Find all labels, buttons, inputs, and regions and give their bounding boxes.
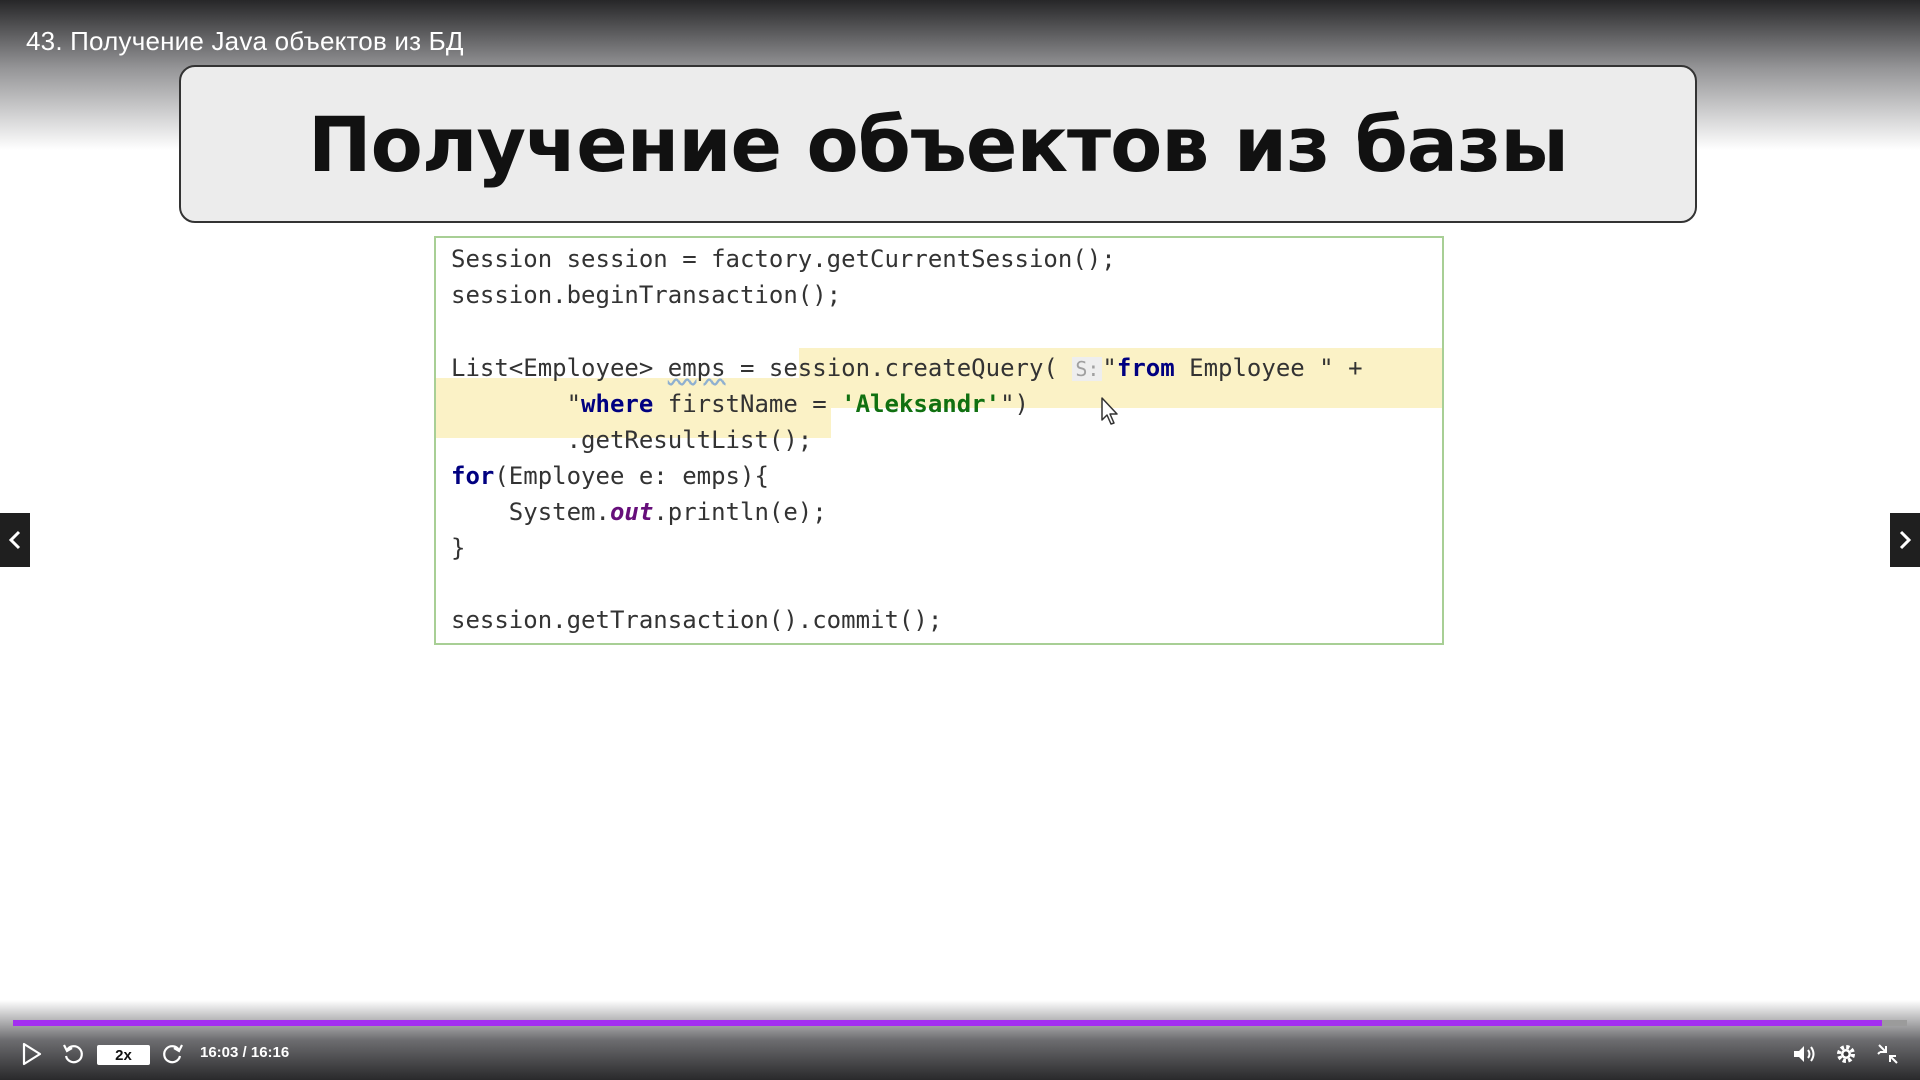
parameter-hint: S: <box>1072 357 1103 381</box>
forward-button[interactable] <box>158 1040 188 1068</box>
code-string: 'Aleksandr' <box>841 390 1001 418</box>
next-slide-button[interactable] <box>1890 513 1920 567</box>
code-text: Session session = factory.getCurrentSess… <box>451 245 1116 273</box>
volume-button[interactable] <box>1788 1040 1820 1068</box>
playback-speed-button[interactable]: 2x <box>97 1045 150 1065</box>
rewind-button[interactable] <box>58 1040 88 1068</box>
code-text: .getResultList(); <box>451 426 813 454</box>
exit-fullscreen-button[interactable] <box>1872 1040 1904 1068</box>
code-text: firstName = <box>653 390 842 418</box>
exit-fullscreen-icon <box>1877 1044 1898 1064</box>
code-text: = session.createQuery( <box>725 354 1073 382</box>
volume-icon <box>1794 1046 1815 1062</box>
mouse-cursor-icon <box>1101 397 1118 425</box>
code-line-11: session.getTransaction().commit(); <box>451 603 942 637</box>
code-keyword: where <box>581 390 654 418</box>
code-text: session.beginTransaction(); <box>451 281 842 309</box>
code-keyword: for <box>451 462 495 490</box>
code-line-9: } <box>451 531 465 565</box>
time-display: 16:03 / 16:16 <box>200 1044 290 1061</box>
prev-arrow-icon <box>8 530 21 550</box>
code-line-1: Session session = factory.getCurrentSess… <box>451 242 1116 276</box>
code-quote: " <box>1102 354 1117 382</box>
code-text: .println(e); <box>653 498 827 526</box>
slide-title: Получение объектов из базы <box>308 99 1569 189</box>
play-icon <box>22 1042 42 1066</box>
code-variable: emps <box>667 354 726 382</box>
code-text: Employee " + <box>1174 354 1363 382</box>
code-line-7: for(Employee e: emps){ <box>451 459 769 493</box>
slide-title-box: Получение объектов из базы <box>179 65 1697 223</box>
code-field: out <box>609 498 654 526</box>
code-line-2: session.beginTransaction(); <box>451 278 841 312</box>
code-line-6: .getResultList(); <box>451 423 813 457</box>
code-text: List<Employee> <box>451 354 668 382</box>
code-text: session.getTransaction().commit(); <box>451 606 943 634</box>
progress-fill <box>13 1020 1882 1026</box>
code-line-5: "where firstName = 'Aleksandr'") <box>451 387 1029 421</box>
settings-button[interactable] <box>1830 1040 1862 1068</box>
code-text: } <box>451 534 466 562</box>
code-text: (Employee e: emps){ <box>494 462 769 490</box>
bottom-overlay <box>0 1000 1920 1080</box>
play-button[interactable] <box>14 1040 48 1068</box>
code-text: ") <box>1000 390 1029 418</box>
code-quote: " <box>566 390 582 418</box>
code-line-8: System.out.println(e); <box>451 495 827 529</box>
rewind-icon <box>63 1044 83 1064</box>
video-title: 43. Получение Java объектов из БД <box>26 26 464 56</box>
code-snippet: Session session = factory.getCurrentSess… <box>434 236 1444 645</box>
code-line-4: List<Employee> emps = session.createQuer… <box>451 351 1363 385</box>
code-keyword: from <box>1116 354 1175 382</box>
next-arrow-icon <box>1899 530 1912 550</box>
code-text: System. <box>451 498 610 526</box>
prev-slide-button[interactable] <box>0 513 30 567</box>
forward-icon <box>163 1044 183 1064</box>
progress-bar[interactable] <box>13 1020 1907 1026</box>
settings-icon <box>1837 1045 1855 1063</box>
